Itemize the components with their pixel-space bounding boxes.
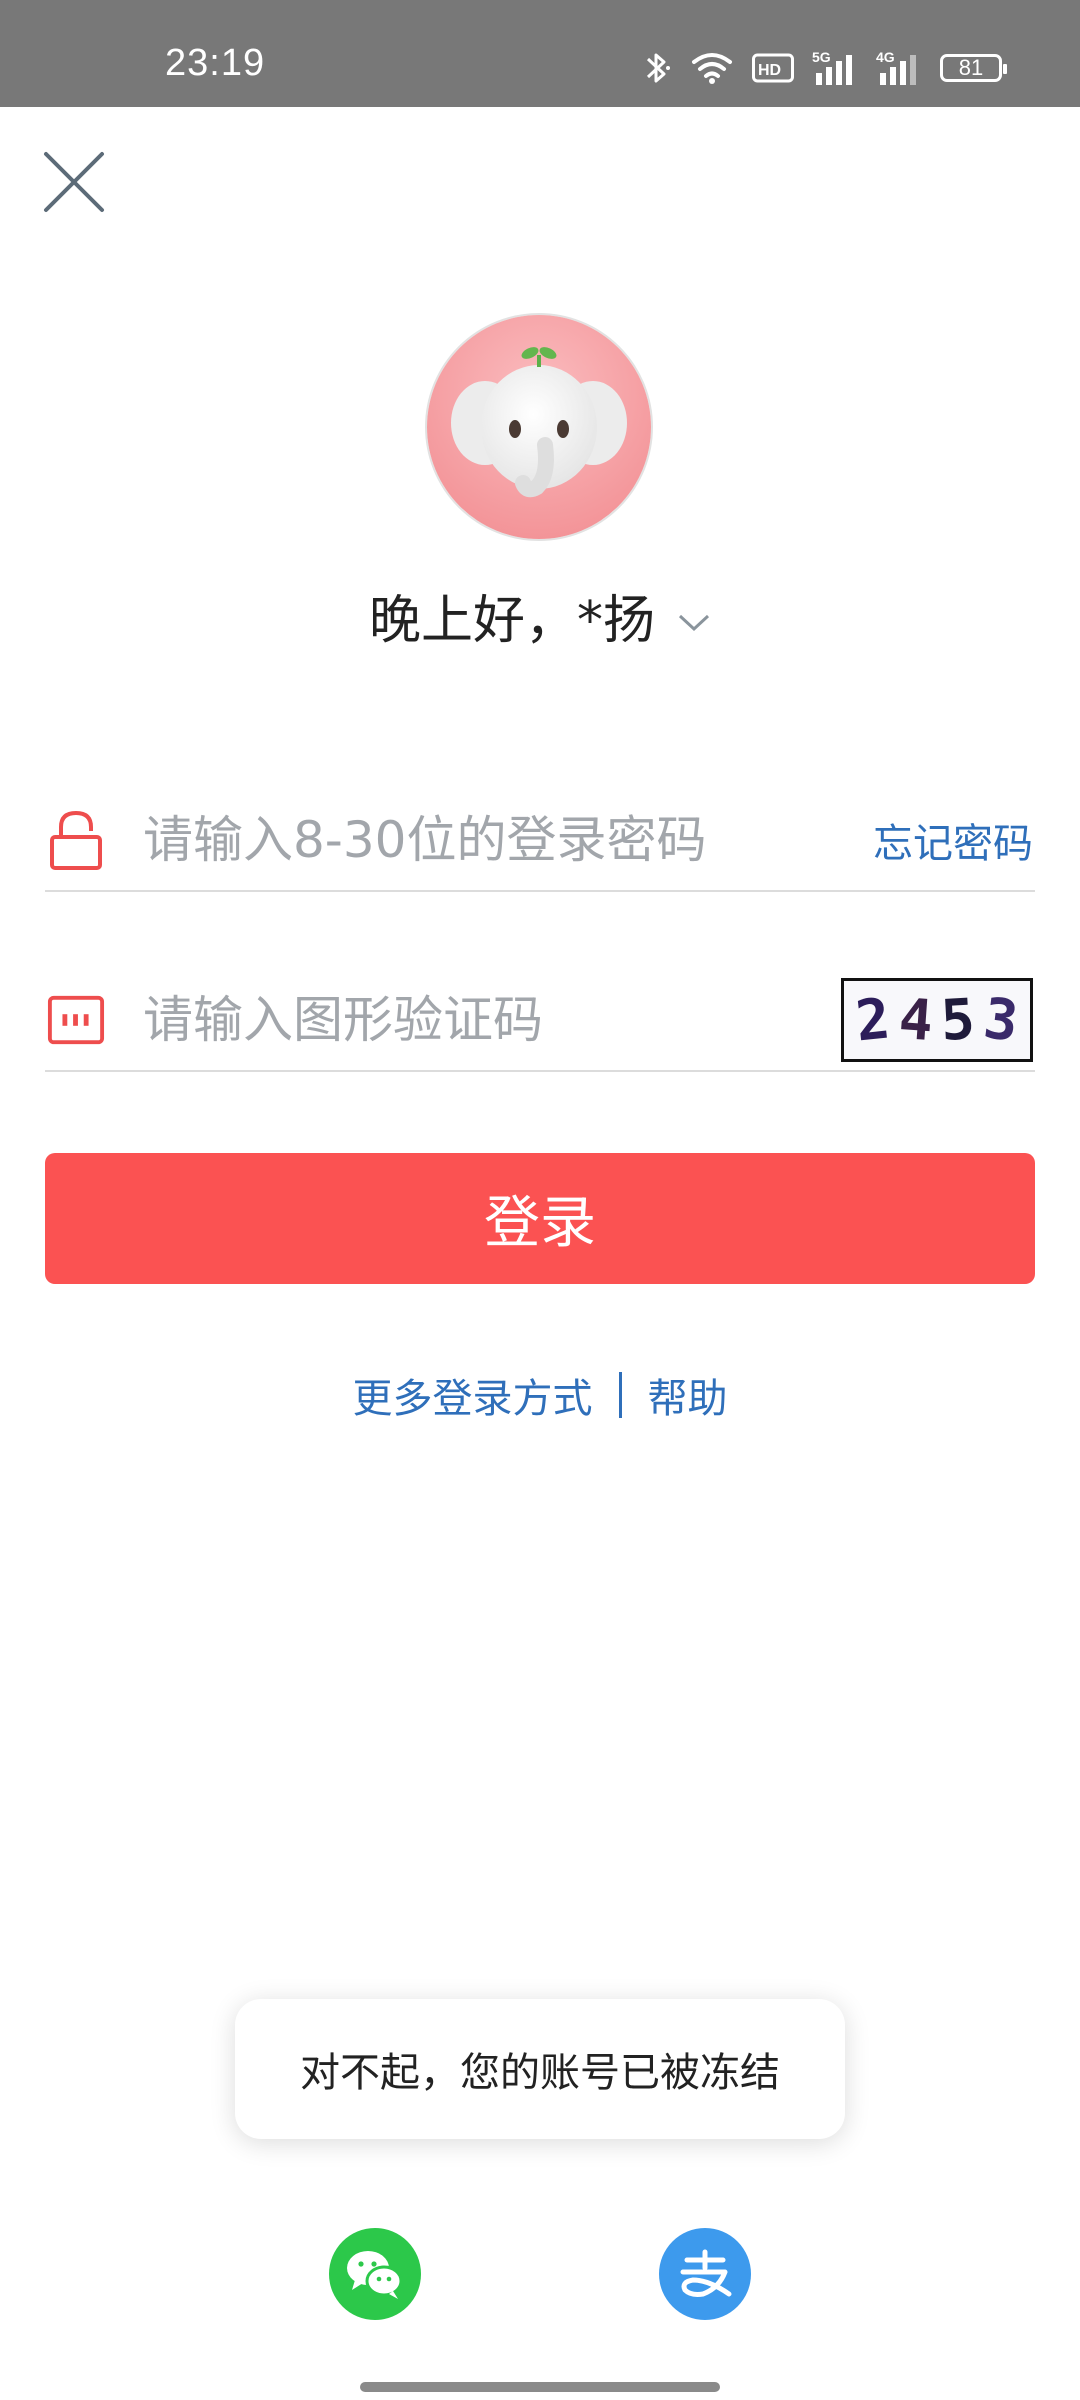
signal-4g-label: 4G [876,49,895,65]
greeting-row[interactable]: 晚上好，*扬 [0,578,1080,653]
close-button[interactable] [40,148,108,216]
more-login-options-link[interactable]: 更多登录方式 [353,1366,593,1424]
alipay-icon [680,2249,732,2297]
status-icons: HD 5G 4G 81 [642,46,1007,90]
wechat-icon [347,2251,403,2299]
forgot-password-link[interactable]: 忘记密码 [873,811,1033,869]
hd-label: HD [758,62,781,79]
captcha-input[interactable] [141,990,841,1050]
captcha-char: 2 [853,985,894,1055]
avatar [425,313,653,541]
chevron-down-icon[interactable] [677,613,711,633]
bluetooth-icon [646,53,670,83]
captcha-char: 3 [980,985,1022,1055]
close-icon [44,152,104,212]
captcha-char: 4 [896,986,935,1054]
error-toast: 对不起，您的账号已被冻结 [235,1999,845,2139]
hd-icon: HD [752,53,794,83]
wechat-login-button[interactable] [329,2228,421,2320]
wifi-icon [692,53,732,84]
alipay-login-button[interactable] [659,2228,751,2320]
lock-icon [47,809,105,871]
captcha-row: 2 4 5 3 [45,970,1035,1072]
link-divider [618,1372,622,1418]
status-bar: 23:19 HD 5G 4G 81 [0,0,1080,107]
battery-indicator: 81 [940,54,1007,82]
password-row: 忘记密码 [45,790,1035,892]
greeting-text: 晚上好，*扬 [368,591,655,651]
login-links: 更多登录方式 帮助 [0,1366,1080,1424]
home-indicator[interactable] [360,2382,720,2392]
captcha-image[interactable]: 2 4 5 3 [841,978,1033,1062]
signal-5g-icon: 5G [812,49,852,85]
elephant-mascot-icon [427,315,651,539]
help-link[interactable]: 帮助 [648,1366,728,1424]
status-time: 23:19 [165,42,266,84]
captcha-shield-icon [47,989,105,1051]
captcha-char: 5 [939,986,977,1054]
password-input[interactable] [141,810,873,870]
signal-5g-label: 5G [812,49,831,65]
signal-4g-icon: 4G [876,49,916,85]
login-button[interactable]: 登录 [45,1153,1035,1284]
